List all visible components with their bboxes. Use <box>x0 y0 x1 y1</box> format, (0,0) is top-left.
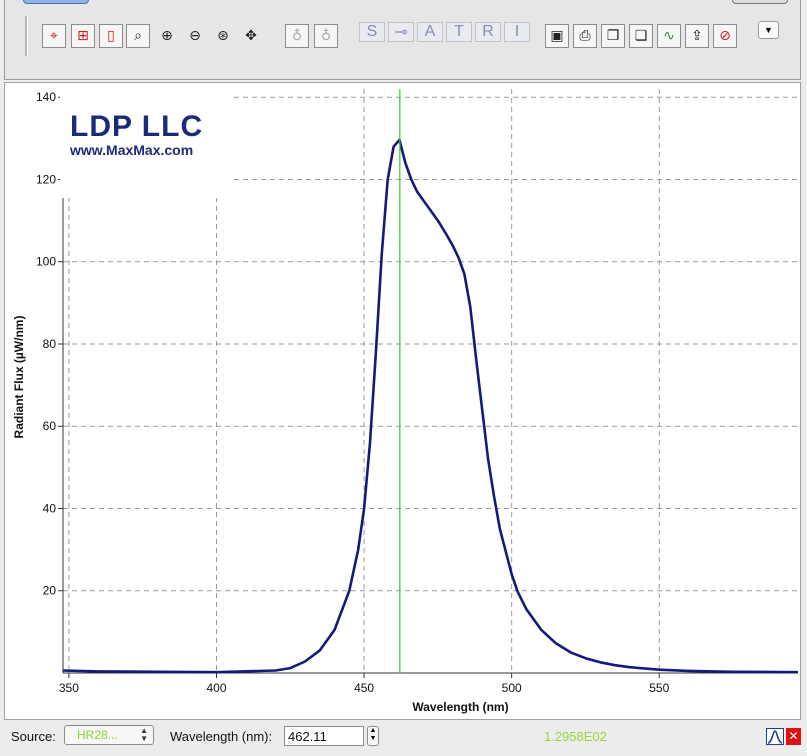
absorbance-mode-button[interactable]: A <box>417 22 443 42</box>
y-tick-label: 140 <box>36 90 56 104</box>
x-tick-label: 550 <box>649 681 669 695</box>
spectrum-icon[interactable] <box>766 728 784 745</box>
window-tab[interactable] <box>23 0 89 4</box>
dark-reference-icon[interactable]: ⊸ <box>388 22 414 42</box>
zoom-out-icon[interactable]: ⊖ <box>183 24 207 48</box>
zoom-box-icon[interactable]: ⊞ <box>71 24 95 48</box>
crosshair-icon[interactable]: ⌖ <box>42 24 66 48</box>
source-select[interactable]: HR28... ▲ ▼ <box>64 725 154 745</box>
wavelength-field[interactable]: 462.11 <box>284 726 364 746</box>
copy-icon[interactable]: ❐ <box>601 24 625 48</box>
close-icon[interactable]: ✕ <box>786 728 801 745</box>
source-label: Source: <box>11 729 56 744</box>
export-icon[interactable]: ⇪ <box>685 24 709 48</box>
window-tab-right[interactable] <box>732 0 788 4</box>
chevron-down-icon[interactable]: ▼ <box>758 21 779 39</box>
lamp-off-icon[interactable]: ♁ <box>285 24 309 48</box>
lamp-on-icon[interactable]: ♁ <box>314 24 338 48</box>
y-tick-label: 20 <box>43 584 57 598</box>
y-tick-label: 60 <box>43 419 57 433</box>
overlay-icon[interactable]: ∿ <box>657 24 681 48</box>
zoom-in-icon[interactable]: ⊕ <box>155 24 179 48</box>
wavelength-label: Wavelength (nm): <box>170 729 273 744</box>
zoom-reset-icon[interactable]: ⊛ <box>211 24 235 48</box>
copy-graph-icon[interactable]: ❏ <box>629 24 653 48</box>
y-tick-label: 100 <box>36 255 56 269</box>
reflection-mode-button[interactable]: R <box>475 22 501 42</box>
logo-title: LDP LLC <box>70 110 204 143</box>
y-tick-label: 120 <box>36 172 56 186</box>
wavelength-stepper[interactable]: ▲ ▼ <box>367 726 379 746</box>
logo: LDP LLC www.MaxMax.com <box>60 88 232 198</box>
scope-mode-button[interactable]: S <box>359 22 385 42</box>
x-tick-label: 500 <box>502 681 522 695</box>
irradiance-mode-button[interactable]: I <box>504 22 530 42</box>
toolbar-grip[interactable] <box>25 16 28 56</box>
x-tick-label: 350 <box>59 681 79 695</box>
source-value: HR28... <box>77 728 118 742</box>
intensity-readout: 1.2958E02 <box>544 729 607 744</box>
save-icon[interactable]: ▣ <box>545 24 569 48</box>
clear-overlays-icon[interactable]: ⊘ <box>713 24 737 48</box>
zoom-fit-icon[interactable]: ⌕ <box>126 24 150 48</box>
transmission-mode-button[interactable]: T <box>446 22 472 42</box>
y-tick-label: 40 <box>43 501 57 515</box>
print-icon[interactable]: ⎙ <box>573 24 597 48</box>
y-tick-label: 80 <box>43 337 57 351</box>
spectrum-line <box>62 138 799 674</box>
x-tick-label: 450 <box>354 681 374 695</box>
pan-icon[interactable]: ✥ <box>239 24 263 48</box>
logo-url: www.MaxMax.com <box>70 142 194 158</box>
x-axis-title: Wavelength (nm) <box>412 700 508 714</box>
vertical-span-icon[interactable]: ▯ <box>99 24 123 48</box>
chevron-updown-icon: ▲ ▼ <box>140 726 148 743</box>
x-tick-label: 400 <box>206 681 226 695</box>
toolbar: ⌖ ⊞ ▯ ⌕ ⊕ ⊖ ⊛ ✥ ♁ ♁ S ⊸ A T R I ▣ ⎙ ❐ ❏ … <box>4 0 801 80</box>
status-bar: Source: HR28... ▲ ▼ Wavelength (nm): 462.… <box>0 722 807 756</box>
y-axis-title: Radiant Flux (µW/nm) <box>12 316 26 439</box>
